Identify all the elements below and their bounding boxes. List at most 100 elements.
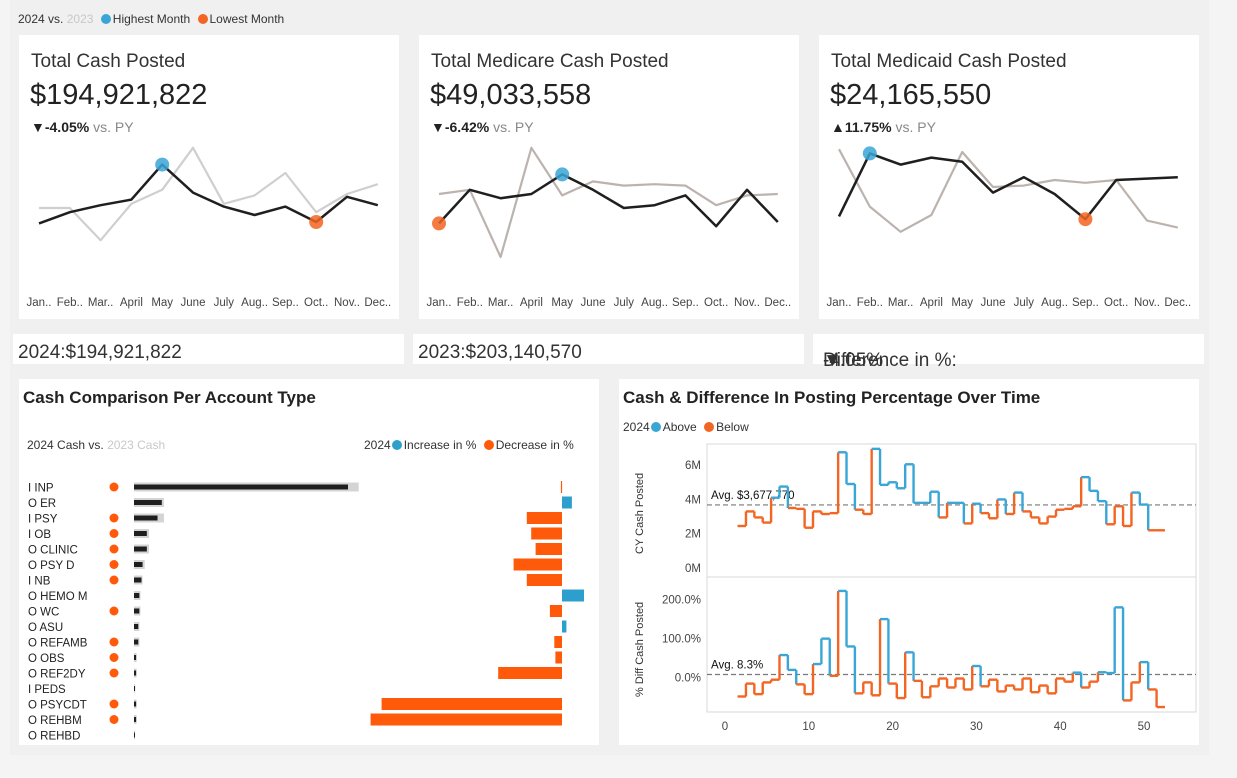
difference-bar bbox=[513, 558, 562, 571]
y-tick-label: 4M bbox=[685, 494, 701, 506]
kpi-delta: ▼-6.42% vs. PY bbox=[431, 119, 534, 135]
month-axis: Jan.. Feb.. Mar.. April May June July Aug.. Sep.… bbox=[19, 297, 399, 313]
x-tick-label: 0 bbox=[722, 721, 728, 733]
current-cash-bar bbox=[134, 686, 136, 691]
difference-bar bbox=[370, 713, 562, 726]
legend-highest[interactable]: Highest Month bbox=[113, 12, 190, 26]
sparkline-total[interactable] bbox=[19, 135, 399, 295]
kpi-delta-value: -4.05% bbox=[44, 119, 90, 135]
decrease-marker bbox=[109, 513, 119, 523]
decrease-marker bbox=[109, 715, 119, 724]
difference-bar bbox=[562, 496, 572, 509]
difference-bar bbox=[555, 651, 562, 664]
account-label: O CLINIC bbox=[28, 545, 78, 557]
current-cash-bar bbox=[134, 717, 137, 722]
series-line-2024 bbox=[438, 173, 779, 228]
decrease-marker bbox=[109, 575, 119, 585]
kpi-delta: ▲11.75% vs. PY bbox=[831, 119, 936, 135]
kpi-delta-value: 11.75% bbox=[844, 119, 892, 135]
kpi-vs: vs. PY bbox=[493, 119, 534, 135]
decrease-marker bbox=[109, 482, 119, 492]
lowest-month-point bbox=[1078, 212, 1093, 227]
series-line-2024 bbox=[38, 163, 379, 225]
y-tick-label: 2M bbox=[685, 529, 701, 541]
summary-2024-text: 2024:$194,921,822 bbox=[18, 342, 182, 363]
y-tick-label: 0.0% bbox=[675, 673, 701, 685]
decrease-marker bbox=[109, 544, 119, 554]
y-tick-label: 0M bbox=[685, 563, 701, 575]
kpi-vs: vs. PY bbox=[93, 119, 134, 135]
series-line-2023 bbox=[438, 146, 778, 259]
y-tick-label: 200.0% bbox=[662, 595, 701, 607]
kpi-value: $194,921,822 bbox=[30, 79, 208, 111]
x-tick-label: 20 bbox=[886, 721, 899, 733]
month-tick-label: Oct.. bbox=[704, 297, 729, 309]
legend-lowest[interactable]: Lowest Month bbox=[210, 12, 285, 26]
difference-bar bbox=[562, 589, 584, 602]
kpi-card-medicaid[interactable]: Total Medicaid Cash Posted $24,165,550 ▲… bbox=[819, 35, 1199, 319]
month-tick-label: April bbox=[519, 297, 543, 309]
time-series-panel: Cash & Difference In Posting Percentage … bbox=[619, 379, 1199, 745]
kpi-value: $24,165,550 bbox=[830, 79, 992, 111]
month-tick-label: Aug.. bbox=[641, 297, 669, 309]
kpi-title: Total Medicaid Cash Posted bbox=[831, 51, 1067, 72]
account-label: O PSY D bbox=[28, 560, 74, 572]
series-line-2023 bbox=[39, 146, 379, 242]
month-tick-label: Mar.. bbox=[487, 297, 514, 309]
current-cash-bar bbox=[134, 670, 137, 676]
current-cash-bar bbox=[134, 624, 139, 629]
account-label: I PSY bbox=[28, 514, 58, 526]
current-cash-bar bbox=[134, 639, 139, 645]
current-cash-bar bbox=[134, 701, 137, 707]
summary-2023: 2023:$203,140,570 bbox=[413, 334, 804, 364]
account-type-panel: Cash Comparison Per Account Type 2024 Ca… bbox=[19, 379, 599, 745]
current-cash-bar bbox=[134, 500, 162, 505]
month-tick-label: Feb.. bbox=[456, 297, 483, 309]
current-cash-bar bbox=[134, 562, 143, 567]
kpi-value: $49,033,558 bbox=[430, 79, 592, 111]
month-tick-label: Mar.. bbox=[887, 297, 914, 309]
month-tick-label: Oct.. bbox=[1104, 297, 1129, 309]
sparkline-medicaid[interactable] bbox=[819, 135, 1199, 295]
account-label: I OB bbox=[28, 529, 51, 541]
difference-bar bbox=[531, 527, 562, 540]
decrease-marker bbox=[109, 606, 119, 616]
current-cash-bar bbox=[134, 484, 348, 490]
decrease-marker bbox=[109, 560, 119, 569]
lowest-month-point bbox=[309, 215, 324, 229]
highest-month-point bbox=[862, 146, 877, 161]
kpi-vs: vs. PY bbox=[895, 119, 936, 135]
sparkline-medicare[interactable] bbox=[419, 135, 799, 295]
month-tick-label: Dec.. bbox=[364, 297, 392, 309]
month-tick-label: Mar.. bbox=[87, 297, 114, 309]
x-tick-label: 40 bbox=[1054, 721, 1067, 733]
kpi-title: Total Cash Posted bbox=[31, 51, 186, 72]
lowest-month-point bbox=[432, 216, 446, 231]
account-label: I PEDS bbox=[28, 684, 66, 696]
kpi-card-medicare[interactable]: Total Medicare Cash Posted $49,033,558 ▼… bbox=[419, 35, 799, 319]
month-tick-label: Aug.. bbox=[241, 297, 269, 309]
kpi-card-total[interactable]: Total Cash Posted $194,921,822 ▼-4.05% v… bbox=[19, 35, 399, 319]
month-tick-label: Dec.. bbox=[1164, 297, 1192, 309]
y-axis-label-bottom: % Diff Cash Posted bbox=[634, 602, 646, 697]
month-tick-label: Jan.. bbox=[26, 297, 52, 309]
month-tick-label: June bbox=[180, 297, 206, 309]
month-tick-label: April bbox=[119, 297, 143, 309]
month-tick-label: June bbox=[980, 297, 1006, 309]
difference-bar bbox=[535, 543, 562, 555]
difference-bar bbox=[381, 698, 562, 710]
decrease-marker bbox=[109, 637, 119, 647]
month-tick-label: July bbox=[613, 297, 635, 309]
month-tick-label: Sep.. bbox=[271, 297, 299, 309]
month-tick-label: Jan.. bbox=[826, 297, 852, 309]
decrease-marker bbox=[109, 668, 119, 678]
month-tick-label: Aug.. bbox=[1041, 297, 1069, 309]
summary-2023-text: 2023:$203,140,570 bbox=[418, 342, 582, 363]
time-step-chart[interactable]: CY Cash Posted % Diff Cash Posted 0M 2M 4M 6M… bbox=[619, 379, 1199, 745]
month-tick-label: Nov.. bbox=[1134, 297, 1160, 309]
current-cash-bar bbox=[134, 608, 140, 614]
account-bar-chart[interactable]: I INP O ER I PSY I OB O CLINIC O PSY D I NB O H… bbox=[19, 379, 599, 745]
month-tick-label: May bbox=[551, 297, 574, 309]
account-label: O ER bbox=[28, 498, 56, 510]
kpi-delta-value: -6.42% bbox=[444, 119, 490, 135]
